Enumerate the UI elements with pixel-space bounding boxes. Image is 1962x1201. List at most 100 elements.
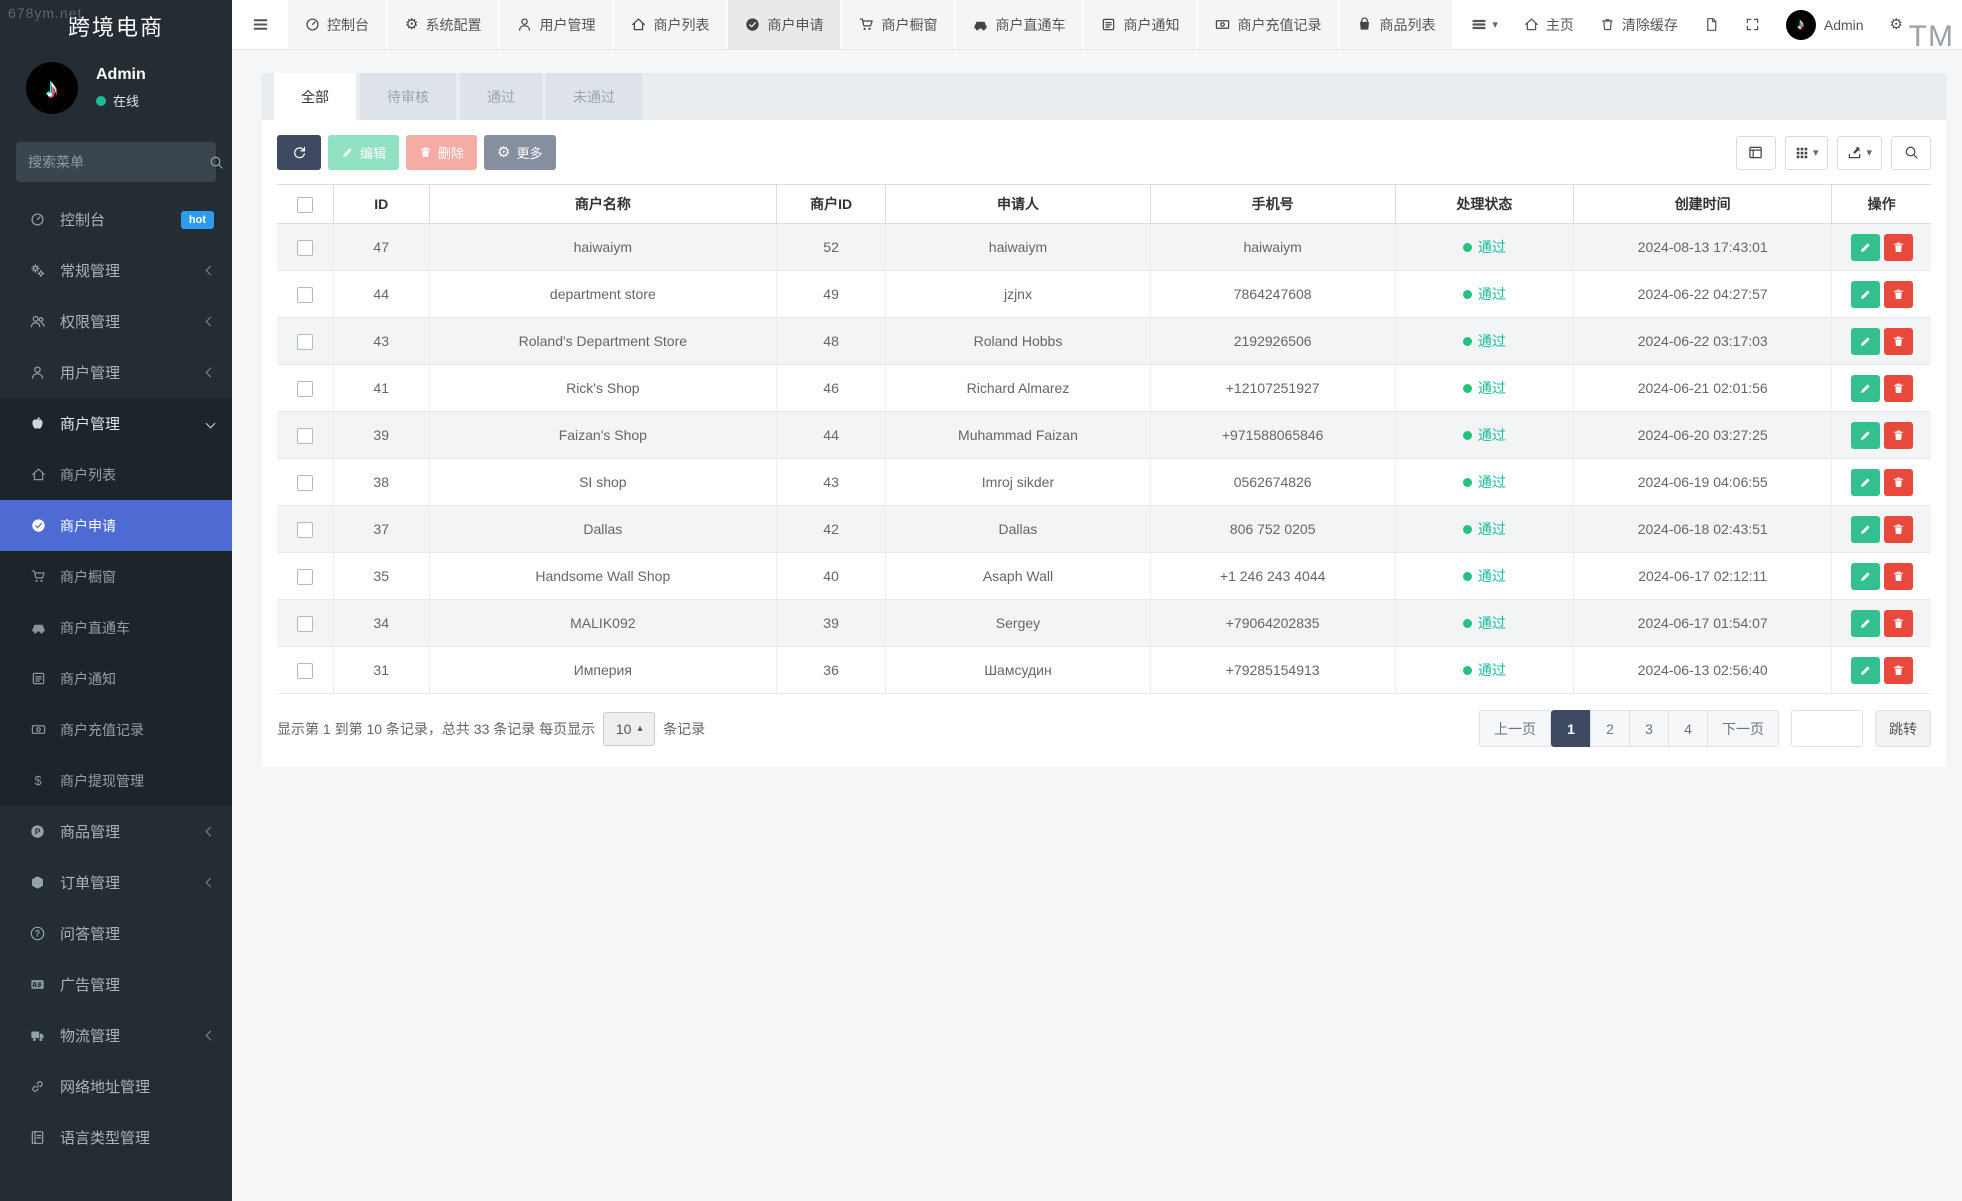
nav-tab-product-list[interactable]: 商品列表 <box>1340 0 1453 49</box>
select-all-checkbox[interactable] <box>296 196 313 213</box>
row-checkbox[interactable] <box>296 380 313 397</box>
status-link[interactable]: 通过 <box>1478 472 1506 492</box>
sidebar-item-language-type-mgmt[interactable]: 语言类型管理 <box>0 1112 232 1163</box>
row-edit-button[interactable] <box>1850 609 1880 637</box>
row-delete-button[interactable] <box>1883 468 1913 496</box>
pagination-page-4[interactable]: 4 <box>1668 710 1708 747</box>
sidebar-item-merchant-apply[interactable]: 商户申请 <box>0 500 232 551</box>
row-checkbox[interactable] <box>296 474 313 491</box>
status-link[interactable]: 通过 <box>1478 284 1506 304</box>
columns-dropdown-button[interactable]: ▾ <box>1784 135 1829 170</box>
row-edit-button[interactable] <box>1850 562 1880 590</box>
nav-tab-merchant-list[interactable]: 商户列表 <box>614 0 727 49</box>
search-toggle-button[interactable] <box>1891 135 1931 170</box>
nav-tab-system-config[interactable]: ⚙ 系统配置 <box>388 0 499 49</box>
clear-cache-button[interactable]: 清除缓存 <box>1587 0 1691 49</box>
sidebar-item-merchant-notice[interactable]: 商户通知 <box>0 653 232 704</box>
search-icon[interactable] <box>209 155 224 170</box>
status-link[interactable]: 通过 <box>1478 566 1506 586</box>
pagination-page-2[interactable]: 2 <box>1590 710 1630 747</box>
row-edit-button[interactable] <box>1850 421 1880 449</box>
row-delete-button[interactable] <box>1883 233 1913 261</box>
row-checkbox[interactable] <box>296 286 313 303</box>
status-link[interactable]: 通过 <box>1478 237 1506 257</box>
row-edit-button[interactable] <box>1850 327 1880 355</box>
row-checkbox[interactable] <box>296 615 313 632</box>
nav-tab-user-mgmt[interactable]: 用户管理 <box>500 0 613 49</box>
nav-tab-merchant-through-train[interactable]: 商户直通车 <box>956 0 1083 49</box>
status-link[interactable]: 通过 <box>1478 519 1506 539</box>
home-link[interactable]: 主页 <box>1511 0 1587 49</box>
row-delete-button[interactable] <box>1883 327 1913 355</box>
pagination-page-3[interactable]: 3 <box>1629 710 1669 747</box>
row-edit-button[interactable] <box>1850 656 1880 684</box>
delete-button[interactable]: 删除 <box>406 135 478 170</box>
sidebar-item-console[interactable]: 控制台 hot <box>0 194 232 245</box>
status-link[interactable]: 通过 <box>1478 425 1506 445</box>
status-link[interactable]: 通过 <box>1478 613 1506 633</box>
filter-tab-1[interactable]: 待审核 <box>360 73 456 120</box>
row-delete-button[interactable] <box>1883 421 1913 449</box>
sidebar-toggle-button[interactable] <box>232 0 288 49</box>
edit-button[interactable]: 编辑 <box>328 135 400 170</box>
row-delete-button[interactable] <box>1883 374 1913 402</box>
row-edit-button[interactable] <box>1850 468 1880 496</box>
avatar[interactable]: ♪ <box>26 62 78 114</box>
sidebar-item-general-mgmt[interactable]: 常规管理 <box>0 245 232 296</box>
nav-tab-merchant-recharge[interactable]: 商户充值记录 <box>1198 0 1339 49</box>
filter-tab-3[interactable]: 未通过 <box>546 73 642 120</box>
sidebar-item-merchant-withdraw[interactable]: $ 商户提现管理 <box>0 755 232 806</box>
sidebar-item-user-mgmt[interactable]: 用户管理 <box>0 347 232 398</box>
sidebar-item-order-mgmt[interactable]: 订单管理 <box>0 857 232 908</box>
row-edit-button[interactable] <box>1850 515 1880 543</box>
user-menu[interactable]: ♪ Admin <box>1773 0 1877 49</box>
row-checkbox[interactable] <box>296 333 313 350</box>
file-button[interactable] <box>1691 0 1732 49</box>
row-checkbox[interactable] <box>296 521 313 538</box>
nav-tab-console[interactable]: 控制台 <box>288 0 386 49</box>
page-size-select[interactable]: 10 ▴ <box>603 711 656 746</box>
row-edit-button[interactable] <box>1850 233 1880 261</box>
refresh-button[interactable] <box>277 135 321 170</box>
status-link[interactable]: 通过 <box>1478 378 1506 398</box>
page-jump-button[interactable]: 跳转 <box>1875 710 1931 747</box>
filter-tab-2[interactable]: 通过 <box>460 73 542 120</box>
row-delete-button[interactable] <box>1883 609 1913 637</box>
row-checkbox[interactable] <box>296 239 313 256</box>
sidebar-item-merchant-recharge[interactable]: 商户充值记录 <box>0 704 232 755</box>
nav-tab-merchant-apply[interactable]: 商户申请 <box>728 0 841 49</box>
row-checkbox[interactable] <box>296 662 313 679</box>
menu-search-input[interactable] <box>28 154 209 170</box>
pagination-next[interactable]: 下一页 <box>1707 710 1779 747</box>
sidebar-item-ad-mgmt[interactable]: 广告管理 <box>0 959 232 1010</box>
row-checkbox[interactable] <box>296 427 313 444</box>
sidebar-item-merchant-mgmt[interactable]: 商户管理 <box>0 398 232 449</box>
sidebar-item-merchant-showcase[interactable]: 商户橱窗 <box>0 551 232 602</box>
sidebar-item-network-address-mgmt[interactable]: 网络地址管理 <box>0 1061 232 1112</box>
row-delete-button[interactable] <box>1883 515 1913 543</box>
pagination-page-1[interactable]: 1 <box>1551 710 1591 747</box>
sidebar-item-product-mgmt[interactable]: P 商品管理 <box>0 806 232 857</box>
sidebar-item-merchant-through-train[interactable]: 商户直通车 <box>0 602 232 653</box>
row-delete-button[interactable] <box>1883 562 1913 590</box>
page-jump-input[interactable] <box>1791 710 1863 747</box>
row-edit-button[interactable] <box>1850 374 1880 402</box>
topbar-menu-dropdown[interactable]: ▾ <box>1458 0 1511 49</box>
pagination-prev[interactable]: 上一页 <box>1479 710 1551 747</box>
sidebar-item-logistics-mgmt[interactable]: 物流管理 <box>0 1010 232 1061</box>
row-delete-button[interactable] <box>1883 280 1913 308</box>
fullscreen-button[interactable] <box>1732 0 1773 49</box>
status-link[interactable]: 通过 <box>1478 331 1506 351</box>
export-dropdown-button[interactable]: ▾ <box>1837 135 1882 170</box>
detail-view-button[interactable] <box>1735 135 1776 170</box>
sidebar-item-permission-mgmt[interactable]: 权限管理 <box>0 296 232 347</box>
nav-tab-merchant-notice[interactable]: 商户通知 <box>1084 0 1197 49</box>
sidebar-item-merchant-list[interactable]: 商户列表 <box>0 449 232 500</box>
row-checkbox[interactable] <box>296 568 313 585</box>
status-link[interactable]: 通过 <box>1478 660 1506 680</box>
sidebar-item-qa-mgmt[interactable]: ? 问答管理 <box>0 908 232 959</box>
row-edit-button[interactable] <box>1850 280 1880 308</box>
nav-tab-merchant-showcase[interactable]: 商户橱窗 <box>842 0 955 49</box>
more-button[interactable]: ⚙ 更多 <box>484 135 556 170</box>
row-delete-button[interactable] <box>1883 656 1913 684</box>
